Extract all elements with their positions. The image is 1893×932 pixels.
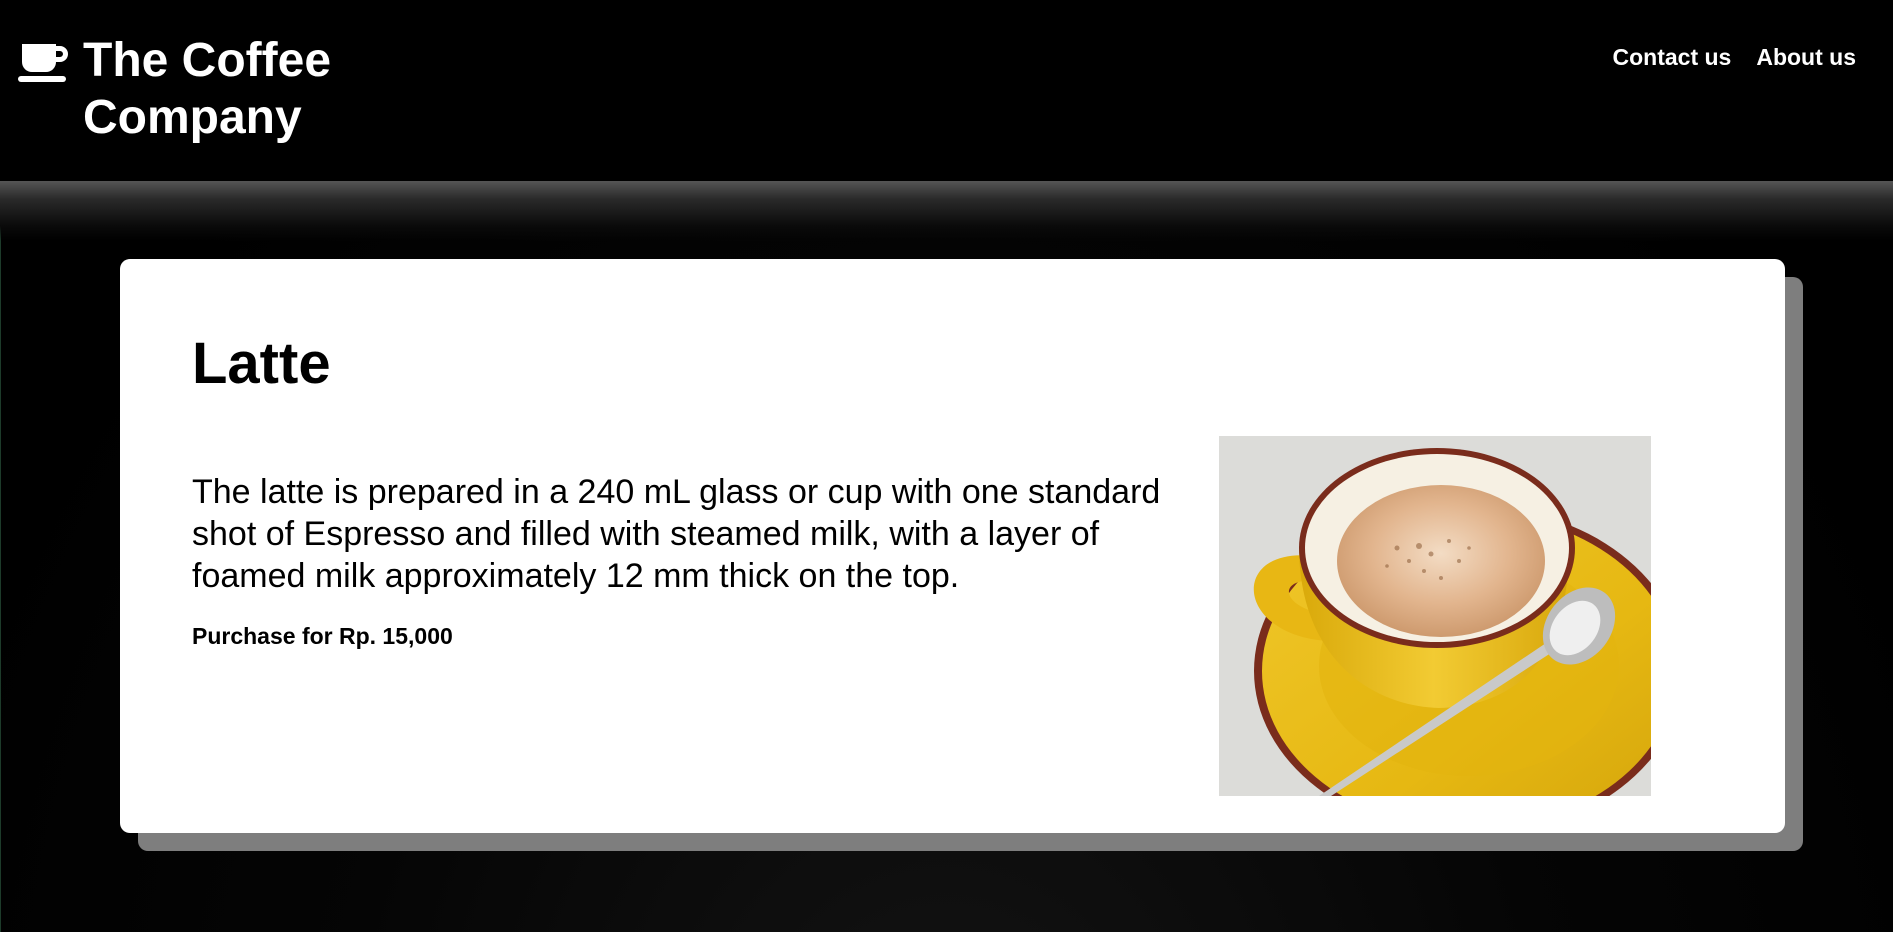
product-description: The latte is prepared in a 240 mL glass … bbox=[192, 473, 1161, 595]
latte-image bbox=[1219, 436, 1651, 796]
brand-title: The Coffee Company bbox=[83, 34, 332, 144]
nav-contact-us[interactable]: Contact us bbox=[1613, 44, 1732, 71]
coffee-cup-icon bbox=[18, 42, 70, 84]
product-title: Latte bbox=[192, 331, 331, 396]
product-price: Purchase for Rp. 15,000 bbox=[192, 623, 453, 649]
brand[interactable]: The Coffee Company bbox=[18, 32, 378, 146]
page: The Coffee Company Contact us About us L… bbox=[0, 0, 1893, 932]
product-card: Latte The latte is prepared in a 240 mL … bbox=[120, 259, 1785, 833]
site-header: The Coffee Company Contact us About us bbox=[0, 0, 1893, 181]
nav-about-us[interactable]: About us bbox=[1756, 44, 1856, 71]
top-nav: Contact us About us bbox=[1613, 44, 1857, 71]
header-shadow bbox=[0, 181, 1893, 241]
